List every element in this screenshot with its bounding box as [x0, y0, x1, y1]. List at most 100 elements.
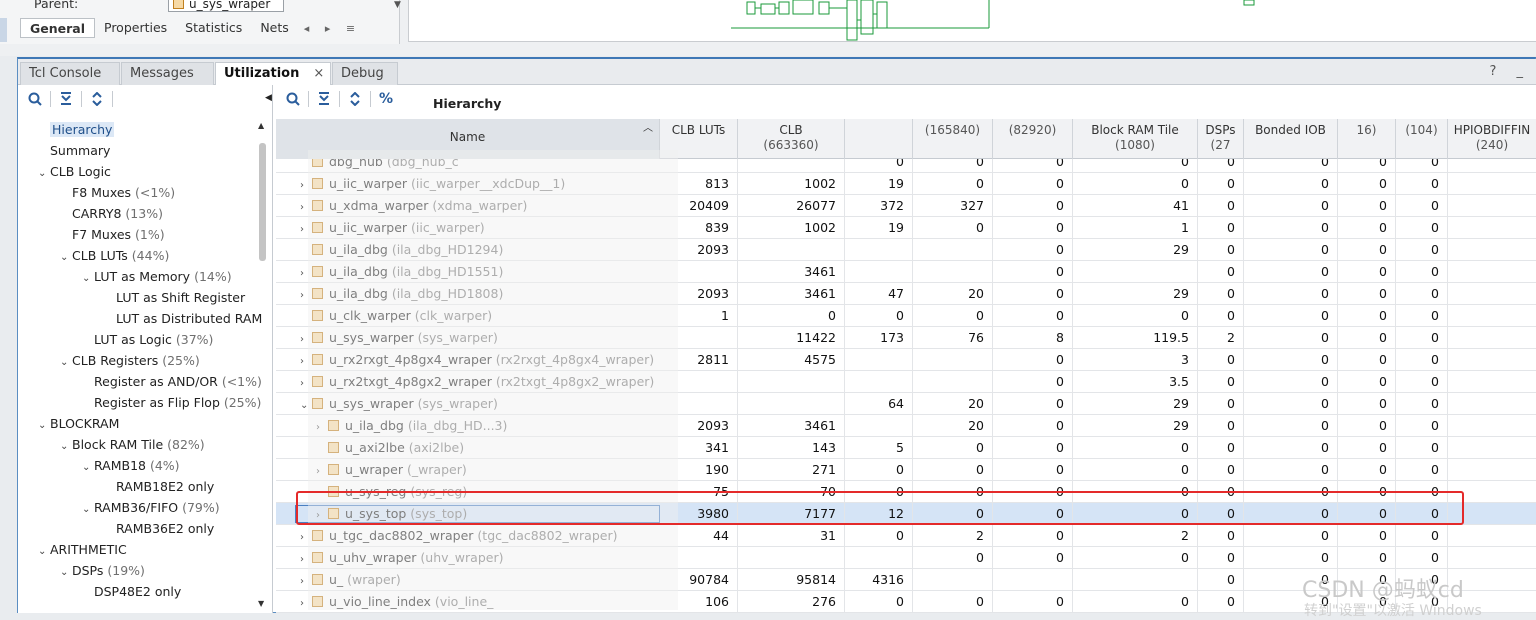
- tab-statistics[interactable]: Statistics: [176, 18, 251, 38]
- value-cell: 0: [1244, 437, 1338, 459]
- chevron-down-icon[interactable]: ⌄: [60, 247, 72, 268]
- tab-tcl-console[interactable]: Tcl Console: [20, 62, 120, 85]
- tree-node[interactable]: F8 Muxes (<1%): [60, 182, 175, 203]
- scroll-up-icon[interactable]: ▲: [258, 121, 264, 130]
- column-subtitle: (240): [1475, 138, 1509, 152]
- window-controls[interactable]: ? _: [1489, 64, 1531, 79]
- column-header[interactable]: CLB (663360): [738, 119, 845, 159]
- tab-properties[interactable]: Properties: [95, 18, 176, 38]
- tab-nets[interactable]: Nets: [251, 18, 297, 38]
- column-header[interactable]: (104): [1396, 119, 1448, 159]
- value-cell: 0: [1073, 159, 1198, 173]
- tree-node[interactable]: ⌄ RAMB36/FIFO (79%): [82, 497, 220, 518]
- column-header[interactable]: [845, 119, 913, 159]
- value-cell: 19: [845, 217, 913, 239]
- tree-node[interactable]: ⌄ DSPs (19%): [60, 560, 145, 581]
- column-header[interactable]: 16): [1338, 119, 1396, 159]
- tree-node[interactable]: ⌄ CLB Logic: [38, 161, 111, 182]
- tab-debug[interactable]: Debug: [332, 62, 398, 85]
- chevron-down-icon[interactable]: ▼: [394, 0, 406, 12]
- chevron-down-icon[interactable]: ⌄: [82, 457, 94, 478]
- sort-icon[interactable]: ︿: [643, 121, 653, 136]
- value-cell: 0: [1396, 349, 1448, 371]
- tree-node[interactable]: LUT as Distributed RAM: [104, 308, 262, 329]
- tree-node[interactable]: LUT as Logic (37%): [82, 329, 213, 350]
- parent-field[interactable]: u_sys_wraper: [168, 0, 284, 12]
- tab-messages[interactable]: Messages: [121, 62, 214, 85]
- chevron-down-icon[interactable]: ⌄: [60, 436, 72, 457]
- tab-nav-icons[interactable]: ◂ ▸ ≡: [304, 22, 361, 35]
- value-cell: 0: [1244, 217, 1338, 239]
- tree-node[interactable]: Register as AND/OR (<1%): [82, 371, 262, 392]
- column-header[interactable]: HPIOBDIFFIN (240): [1448, 119, 1536, 159]
- value-cell: 0: [1396, 173, 1448, 195]
- close-icon[interactable]: ×: [313, 66, 324, 81]
- column-header[interactable]: Block RAM Tile (1080): [1073, 119, 1198, 159]
- chevron-down-icon[interactable]: ⌄: [38, 415, 50, 436]
- tree-node-label: Summary: [50, 143, 111, 158]
- tree-node[interactable]: ⌄ LUT as Memory (14%): [82, 266, 232, 287]
- tree-node[interactable]: Register as Flip Flop (25%): [82, 392, 261, 413]
- column-header[interactable]: (165840): [913, 119, 993, 159]
- tree-node-percent: (<1%): [131, 185, 176, 200]
- value-cell: 29: [1073, 393, 1198, 415]
- tree-node-label: CLB LUTs: [72, 248, 128, 263]
- search-icon[interactable]: [280, 88, 306, 110]
- chevron-down-icon[interactable]: ⌄: [82, 499, 94, 520]
- value-cell: 143: [738, 437, 845, 459]
- tree-node[interactable]: LUT as Shift Register: [104, 287, 245, 308]
- value-cell: 0: [1198, 437, 1244, 459]
- left-scrollbar[interactable]: ▲ ▼: [258, 121, 268, 611]
- tree-node[interactable]: RAMB36E2 only: [104, 518, 214, 539]
- value-cell: 0: [1198, 525, 1244, 547]
- column-header[interactable]: (82920): [993, 119, 1073, 159]
- parent-value: u_sys_wraper: [189, 0, 271, 11]
- scroll-thumb[interactable]: [259, 143, 266, 261]
- value-cell: 0: [993, 239, 1073, 261]
- chevron-down-icon[interactable]: ⌄: [60, 352, 72, 373]
- column-header[interactable]: DSPs (27: [1198, 119, 1244, 159]
- collapse-all-icon[interactable]: [53, 88, 79, 110]
- toolbar-separator: [308, 91, 309, 107]
- tree-node[interactable]: ⌄ ARITHMETIC: [38, 539, 127, 560]
- value-cell: [845, 349, 913, 371]
- tree-node[interactable]: ⌄ BLOCKRAM: [38, 413, 119, 434]
- value-cell: 0: [1198, 371, 1244, 393]
- schematic-view[interactable]: [408, 0, 1536, 42]
- tree-node[interactable]: DSP48E2 only: [82, 581, 181, 602]
- tree-node[interactable]: CARRY8 (13%): [60, 203, 163, 224]
- value-cell: 0: [1396, 283, 1448, 305]
- value-cell: 0: [1396, 525, 1448, 547]
- chevron-down-icon[interactable]: ⌄: [38, 541, 50, 562]
- utilization-panel: Tcl Console Messages Utilization × Debug …: [17, 57, 1536, 613]
- search-icon[interactable]: [22, 88, 48, 110]
- tab-general[interactable]: General: [20, 18, 95, 38]
- tree-node[interactable]: F7 Muxes (1%): [60, 224, 165, 245]
- scroll-down-icon[interactable]: ▼: [258, 599, 264, 608]
- value-cell: 8: [993, 327, 1073, 349]
- tree-node-label: Block RAM Tile: [72, 437, 164, 452]
- tree-node[interactable]: Summary: [38, 140, 110, 161]
- value-cell: 0: [1396, 371, 1448, 393]
- column-header[interactable]: Bonded IOB: [1244, 119, 1338, 159]
- tab-utilization[interactable]: Utilization ×: [215, 62, 331, 86]
- chevron-down-icon[interactable]: ⌄: [82, 268, 94, 289]
- tree-node[interactable]: ⌄ CLB Registers (25%): [60, 350, 200, 371]
- expand-all-icon[interactable]: [342, 88, 368, 110]
- value-cell: 0: [845, 459, 913, 481]
- chevron-down-icon[interactable]: ⌄: [60, 562, 72, 583]
- chevron-down-icon[interactable]: ⌄: [38, 163, 50, 184]
- collapse-pane-icon[interactable]: ◀: [265, 93, 272, 103]
- value-cell: 0: [913, 547, 993, 569]
- value-cell: 0: [1198, 217, 1244, 239]
- tree-node[interactable]: ⌄ RAMB18 (4%): [82, 455, 180, 476]
- collapse-all-icon[interactable]: [311, 88, 337, 110]
- value-cell: 0: [1338, 415, 1396, 437]
- expand-all-icon[interactable]: [84, 88, 110, 110]
- tree-node[interactable]: Hierarchy: [38, 119, 115, 140]
- percent-icon[interactable]: %: [373, 88, 399, 110]
- value-cell: 327: [913, 195, 993, 217]
- tree-node[interactable]: RAMB18E2 only: [104, 476, 214, 497]
- tree-node[interactable]: ⌄ Block RAM Tile (82%): [60, 434, 205, 455]
- tree-node[interactable]: ⌄ CLB LUTs (44%): [60, 245, 169, 266]
